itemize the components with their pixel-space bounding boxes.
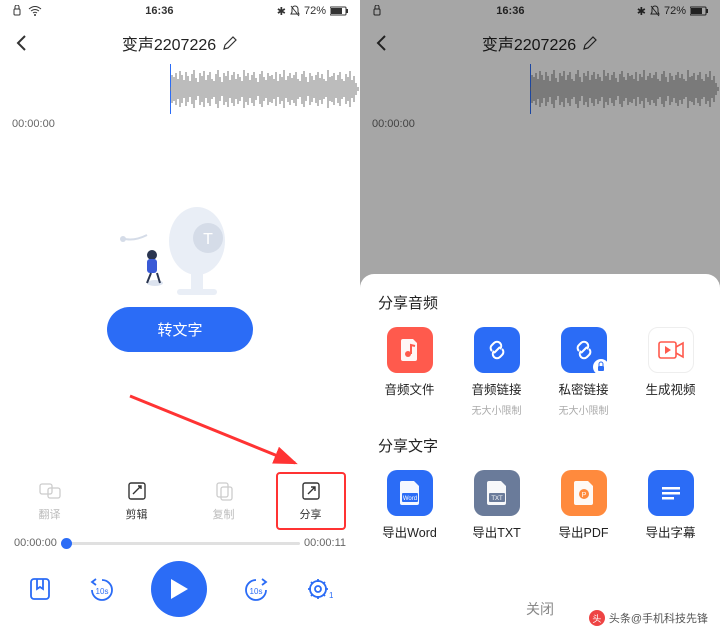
gear-icon: 1x bbox=[305, 576, 333, 602]
rewind-icon: 10s bbox=[87, 576, 117, 602]
wifi-icon bbox=[28, 5, 42, 17]
share-text-heading: 分享文字 bbox=[366, 435, 714, 470]
export-word[interactable]: Word 导出Word bbox=[370, 470, 450, 541]
svg-text:TXT: TXT bbox=[491, 496, 503, 502]
empty-state: T 转文字 bbox=[0, 134, 360, 401]
screen-right: 16:36 ✱ 72% 变声2207226 00:00:00 分享音频 bbox=[360, 0, 720, 629]
svg-text:1x: 1x bbox=[329, 591, 333, 600]
forward-icon: 10s bbox=[241, 576, 271, 602]
share-audio-heading: 分享音频 bbox=[366, 292, 714, 327]
battery-icon bbox=[330, 6, 350, 16]
screen-left: 16:36 ✱ 72% 变声2207226 bbox=[0, 0, 360, 629]
transcribe-button[interactable]: 转文字 bbox=[107, 307, 252, 352]
svg-text:Word: Word bbox=[402, 496, 416, 502]
timestamp: 00:00:00 bbox=[0, 114, 360, 134]
export-subtitle[interactable]: 导出字幕 bbox=[631, 470, 711, 541]
annotation-arrow bbox=[0, 401, 360, 471]
translate-button: 翻译 bbox=[15, 480, 85, 522]
play-button[interactable] bbox=[151, 561, 207, 617]
status-time: 16:36 bbox=[145, 5, 173, 17]
share-audio-file[interactable]: 音频文件 bbox=[370, 327, 450, 417]
share-gen-video[interactable]: 生成视频 bbox=[631, 327, 711, 417]
bluetooth-icon: ✱ bbox=[277, 5, 286, 18]
status-bar: 16:36 ✱ 72% bbox=[0, 0, 360, 22]
hero-illustration: T bbox=[105, 183, 255, 303]
copy-icon bbox=[214, 481, 234, 501]
progress-thumb[interactable] bbox=[61, 538, 72, 549]
video-icon bbox=[658, 339, 684, 361]
svg-text:10s: 10s bbox=[96, 587, 109, 596]
share-icon bbox=[301, 481, 321, 501]
share-audio-link[interactable]: 音频链接 无大小限制 bbox=[457, 327, 537, 417]
status-left bbox=[10, 5, 42, 17]
time-start: 00:00:00 bbox=[14, 537, 57, 549]
bookmark-icon bbox=[27, 576, 53, 602]
page-title: 变声2207226 bbox=[122, 31, 238, 55]
waveform[interactable] bbox=[0, 64, 360, 114]
avatar-icon: 头 bbox=[589, 610, 605, 626]
link-icon bbox=[485, 338, 509, 362]
svg-text:P: P bbox=[581, 492, 586, 499]
progress-bar[interactable]: 00:00:00 00:00:11 bbox=[0, 533, 360, 553]
txt-file-icon: TXT bbox=[484, 479, 510, 507]
rewind-10s-button[interactable]: 10s bbox=[87, 576, 117, 602]
svg-text:T: T bbox=[203, 231, 213, 248]
export-pdf[interactable]: P 导出PDF bbox=[544, 470, 624, 541]
playback-controls: 10s 10s 1x bbox=[0, 553, 360, 629]
crop-icon bbox=[127, 481, 147, 501]
forward-10s-button[interactable]: 10s bbox=[241, 576, 271, 602]
subtitle-icon bbox=[659, 483, 683, 503]
share-private-link[interactable]: 私密链接 无大小限制 bbox=[544, 327, 624, 417]
play-icon bbox=[168, 577, 190, 601]
bookmark-button[interactable] bbox=[27, 576, 53, 602]
export-txt[interactable]: TXT 导出TXT bbox=[457, 470, 537, 541]
watermark: 头 头条@手机科技先锋 bbox=[589, 610, 708, 626]
svg-text:10s: 10s bbox=[250, 587, 263, 596]
pdf-file-icon: P bbox=[571, 479, 597, 507]
progress-track[interactable] bbox=[61, 542, 300, 545]
status-right: ✱ 72% bbox=[277, 5, 350, 18]
word-file-icon: Word bbox=[397, 479, 423, 507]
bell-icon bbox=[290, 5, 300, 17]
time-end: 00:00:11 bbox=[304, 537, 346, 549]
translate-icon bbox=[39, 481, 61, 501]
music-file-icon bbox=[399, 338, 421, 362]
chevron-left-icon bbox=[14, 34, 30, 52]
edit-button[interactable]: 剪辑 bbox=[102, 480, 172, 522]
back-button[interactable] bbox=[14, 34, 30, 57]
nav-bar: 变声2207226 bbox=[0, 22, 360, 64]
copy-button: 复制 bbox=[189, 480, 259, 522]
share-sheet: 分享音频 音频文件 音频链接 无大小限制 私密链接 无大小限制 bbox=[360, 274, 720, 629]
settings-button[interactable]: 1x bbox=[305, 576, 333, 602]
lock-icon bbox=[10, 5, 24, 17]
edit-icon[interactable] bbox=[222, 35, 238, 51]
waveform-graphic bbox=[170, 68, 360, 110]
lock-badge-icon bbox=[593, 359, 609, 375]
